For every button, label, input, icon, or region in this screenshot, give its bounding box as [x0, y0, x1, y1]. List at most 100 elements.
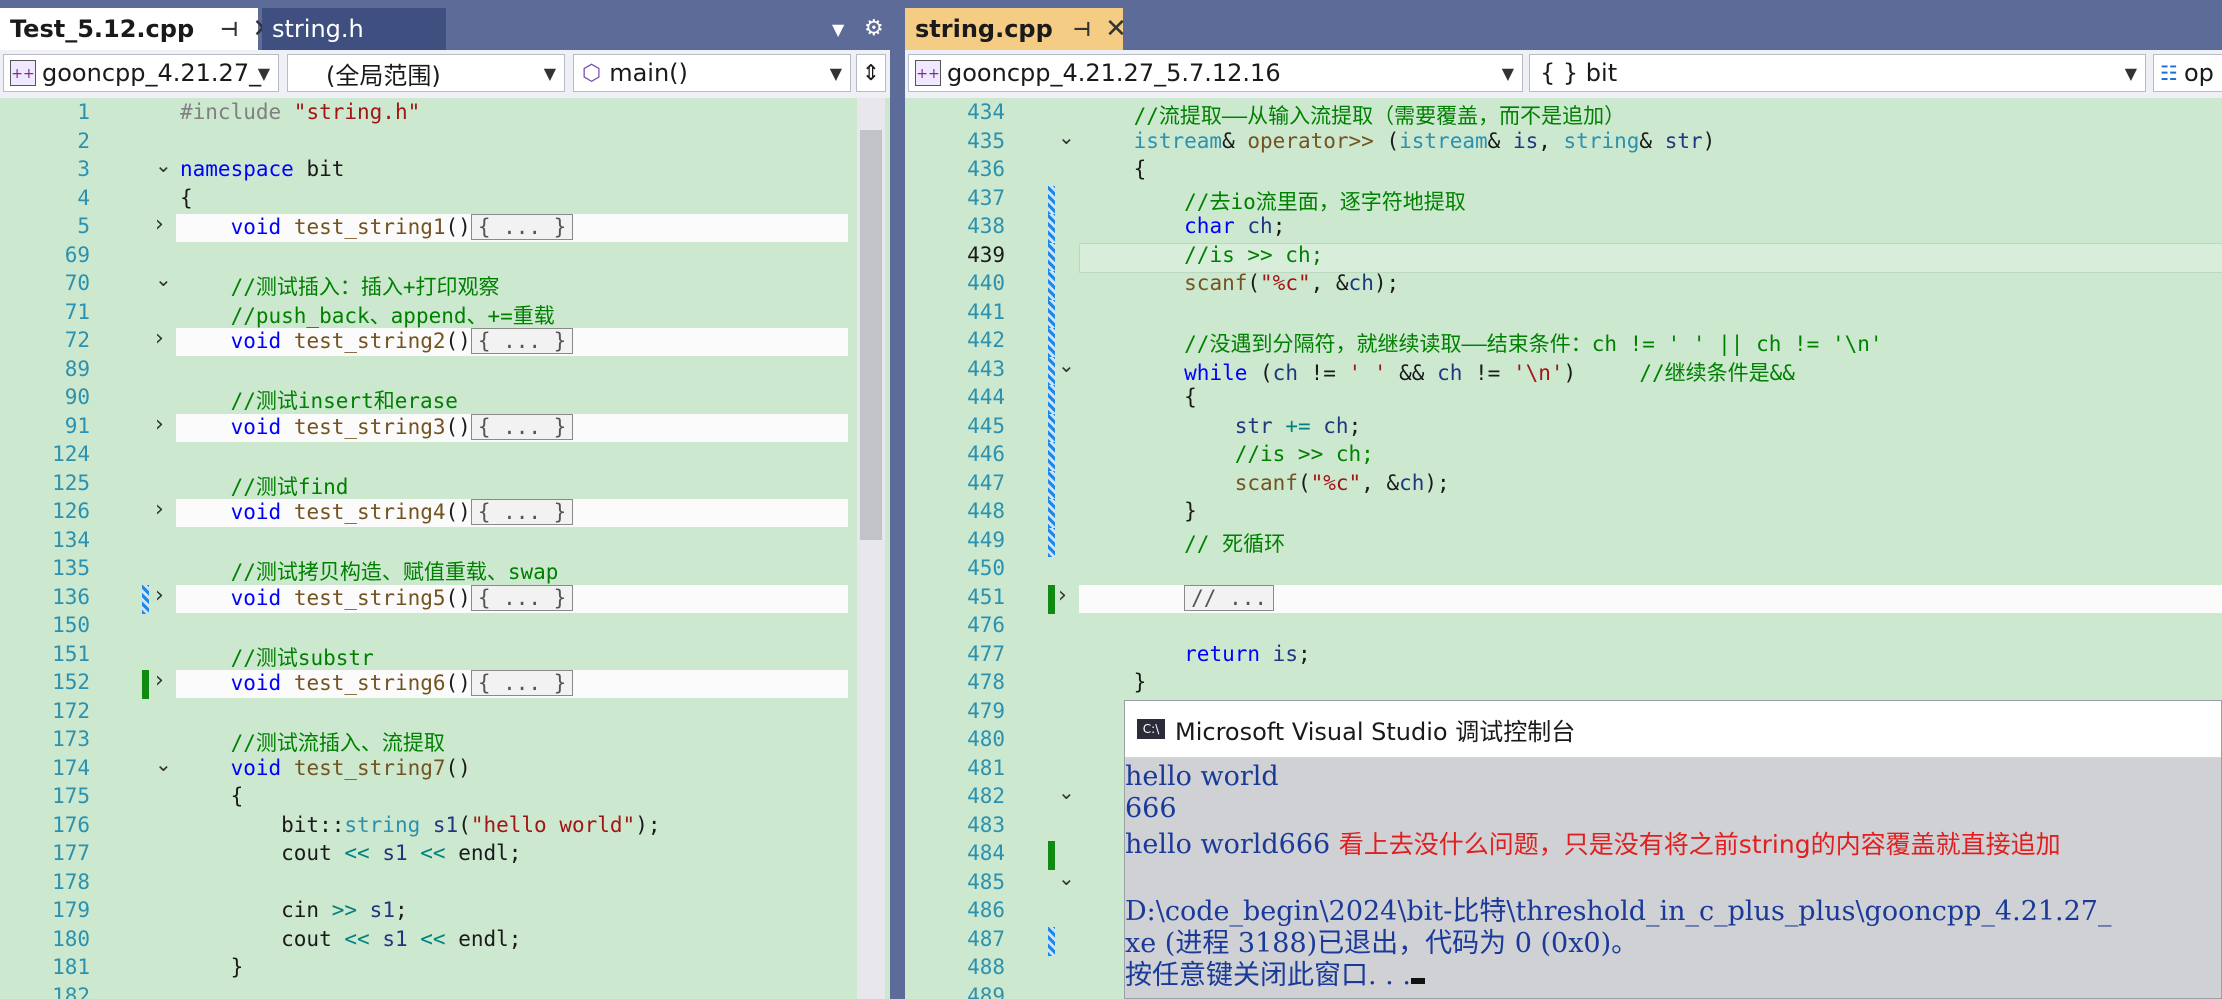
- line-number: 484: [967, 841, 1005, 865]
- scrollbar-thumb[interactable]: [860, 130, 882, 540]
- fold-collapse-icon[interactable]: ⌄: [1058, 780, 1075, 804]
- code-line: void test_string2(){ ... }: [180, 328, 574, 354]
- close-icon[interactable]: ✕: [1105, 14, 1127, 44]
- fold-expand-icon[interactable]: ›: [155, 583, 164, 608]
- tab-label: Test_5.12.cpp: [10, 15, 195, 43]
- member-dropdown[interactable]: ⬡ main() ▼: [573, 54, 851, 92]
- fold-collapse-icon[interactable]: ⌄: [155, 267, 172, 291]
- line-number: 71: [64, 299, 90, 324]
- pin-icon[interactable]: ⊣: [220, 17, 238, 41]
- unsaved-change-marker: [1048, 926, 1055, 956]
- collapsed-block[interactable]: { ... }: [470, 328, 574, 354]
- line-number: 3: [77, 157, 90, 181]
- tab-label: string.cpp: [915, 15, 1053, 43]
- fold-collapse-icon[interactable]: ⌄: [1058, 353, 1075, 377]
- unsaved-change-marker: [1048, 356, 1055, 386]
- line-number: 181: [52, 955, 90, 979]
- collapsed-block[interactable]: { ... }: [470, 584, 574, 611]
- line-number: 477: [967, 641, 1005, 666]
- code-line: bit::string s1("hello world");: [180, 812, 661, 837]
- annotation-text: 看上去没什么问题，只是没有将之前string的内容覆盖就直接追加: [1338, 830, 2061, 859]
- gear-icon[interactable]: ⚙: [864, 16, 884, 41]
- member-dropdown-value: op: [2183, 59, 2214, 87]
- collapsed-block[interactable]: { ... }: [470, 413, 574, 440]
- chevron-down-icon: ▼: [829, 64, 842, 83]
- project-icon: ++: [915, 60, 941, 86]
- line-number: 483: [967, 812, 1005, 837]
- fold-collapse-icon[interactable]: ⌄: [1058, 866, 1075, 890]
- line-number: 126: [52, 499, 90, 523]
- collapsed-block[interactable]: // ...: [1184, 584, 1275, 611]
- line-number: 442: [967, 328, 1005, 352]
- line-number: 479: [967, 698, 1005, 723]
- chevron-down-icon[interactable]: ▼: [832, 20, 844, 39]
- code-line: cin >> s1;: [180, 898, 408, 922]
- fold-expand-icon[interactable]: ›: [155, 412, 164, 437]
- text-cursor: [1410, 978, 1425, 984]
- left-code-editor[interactable]: 1 #include "string.h" 2 3 ⌄ namespace bit 4 {5 ›…: [0, 98, 890, 999]
- fold-collapse-icon[interactable]: ⌄: [155, 752, 172, 776]
- member-dropdown[interactable]: ☷ op: [2153, 54, 2222, 92]
- code-line: //测试流插入、流提取: [230, 731, 445, 755]
- left-navigation-bar: ++ gooncpp_4.21.27_ ▼ (全局范围) ▼ ⬡ main() …: [0, 50, 890, 99]
- chevron-down-icon: ▼: [2124, 64, 2137, 83]
- code-line: //流提取——从输入流提取（需要覆盖，而不是追加）: [1133, 104, 1626, 128]
- code-line: cout << s1 << endl;: [180, 841, 522, 865]
- fold-expand-icon[interactable]: ›: [155, 326, 164, 351]
- unsaved-change-marker: [1048, 214, 1055, 243]
- line-number: 136: [52, 584, 90, 609]
- line-number: 174: [52, 755, 90, 780]
- line-number: 488: [967, 955, 1005, 979]
- fold-expand-icon[interactable]: ›: [1058, 583, 1067, 608]
- member-dropdown-value: main(): [609, 59, 688, 87]
- debug-console-window[interactable]: C:\ Microsoft Visual Studio 调试控制台 hello …: [1124, 700, 2222, 999]
- left-tab-strip: Test_5.12.cpp ⊣ ✕ string.h ▼ ⚙: [0, 0, 890, 50]
- project-dropdown[interactable]: ++ gooncpp_4.21.27_5.7.12.16 ▼: [908, 54, 1523, 92]
- tab-string-h[interactable]: string.h: [262, 8, 446, 50]
- line-number: 90: [64, 385, 90, 409]
- unsaved-change-marker: [1048, 499, 1055, 528]
- console-output: 按任意键关闭此窗口. . .: [1125, 960, 1411, 991]
- line-number: 485: [967, 869, 1005, 894]
- project-dropdown[interactable]: ++ gooncpp_4.21.27_ ▼: [3, 54, 279, 92]
- line-number: 489: [967, 983, 1005, 999]
- line-number: 176: [52, 812, 90, 837]
- fold-expand-icon[interactable]: ›: [155, 668, 164, 693]
- vertical-scrollbar[interactable]: [857, 98, 885, 999]
- fold-expand-icon[interactable]: ›: [155, 497, 164, 522]
- console-title: Microsoft Visual Studio 调试控制台: [1175, 717, 1576, 746]
- scope-dropdown[interactable]: { } bit ▼: [1529, 54, 2146, 92]
- code-line: //没遇到分隔符，就继续读取——结束条件：ch != ' ' || ch != …: [1184, 332, 1883, 356]
- line-number: 72: [64, 328, 90, 352]
- split-button[interactable]: ⇕: [856, 54, 886, 92]
- line-number: 435: [967, 128, 1005, 153]
- line-number: 89: [64, 356, 90, 381]
- scope-dropdown[interactable]: (全局范围) ▼: [287, 54, 565, 92]
- collapsed-block[interactable]: { ... }: [470, 214, 574, 240]
- pane-splitter[interactable]: [890, 0, 905, 999]
- console-title-bar[interactable]: C:\ Microsoft Visual Studio 调试控制台: [1125, 701, 2221, 758]
- collapsed-block[interactable]: { ... }: [470, 499, 574, 525]
- line-number: 448: [967, 499, 1005, 523]
- chevron-down-icon: ▼: [1501, 64, 1514, 83]
- cube-icon: ⬡: [582, 60, 602, 86]
- code-line: //is >> ch;: [1234, 442, 1374, 466]
- code-line: {: [180, 185, 193, 210]
- fold-collapse-icon[interactable]: ⌄: [1058, 125, 1075, 149]
- code-line: {: [1083, 157, 1147, 181]
- line-number: 125: [52, 470, 90, 495]
- unsaved-change-marker: [1048, 328, 1055, 357]
- line-number: 449: [967, 527, 1005, 552]
- scope-dropdown-value: { } bit: [1540, 59, 1618, 87]
- tab-string-cpp[interactable]: string.cpp ⊣ ✕: [905, 8, 1127, 50]
- tab-label: string.h: [272, 15, 364, 43]
- fold-expand-icon[interactable]: ›: [155, 212, 164, 237]
- code-line: void test_string4(){ ... }: [180, 499, 574, 525]
- line-number: 440: [967, 271, 1005, 295]
- console-line: 666: [1125, 793, 1177, 824]
- pin-icon[interactable]: ⊣: [1073, 17, 1091, 41]
- fold-collapse-icon[interactable]: ⌄: [155, 153, 172, 177]
- tab-test-5-12-cpp[interactable]: Test_5.12.cpp ⊣ ✕: [0, 8, 274, 50]
- collapsed-block[interactable]: { ... }: [470, 670, 574, 696]
- split-icon: ⇕: [861, 60, 881, 86]
